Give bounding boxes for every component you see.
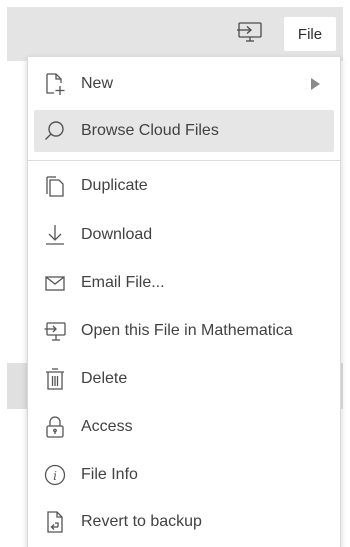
duplicate-icon <box>44 174 66 198</box>
revert-icon <box>44 510 66 534</box>
file-menu-button[interactable]: File <box>284 17 336 51</box>
menu-item-label: Delete <box>81 370 128 387</box>
menu-item-access[interactable]: Access <box>34 406 334 448</box>
menu-item-open-in-mathematica[interactable]: Open this File in Mathematica <box>34 310 334 352</box>
menu-item-label: Download <box>81 226 153 243</box>
menu-item-email-file[interactable]: Email File... <box>34 262 334 304</box>
menu-separator <box>28 160 340 161</box>
new-file-icon <box>44 72 66 96</box>
lock-icon <box>44 415 66 439</box>
menu-item-label: New <box>81 75 114 92</box>
trash-icon <box>44 367 66 391</box>
svg-text:i: i <box>53 469 57 483</box>
submenu-arrow-icon <box>311 78 320 90</box>
menu-item-label: Revert to backup <box>81 513 202 530</box>
menu-item-label: Browse Cloud Files <box>81 122 219 139</box>
menu-item-revert-to-backup[interactable]: Revert to backup <box>34 501 334 543</box>
menu-item-label: Email File... <box>81 274 165 291</box>
menu-item-new[interactable]: New <box>34 63 334 105</box>
monitor-arrow-icon <box>237 21 263 48</box>
menu-item-duplicate[interactable]: Duplicate <box>34 165 334 207</box>
top-toolbar: File <box>7 7 343 61</box>
menu-item-browse-cloud-files[interactable]: Browse Cloud Files <box>34 110 334 152</box>
menu-item-label: Duplicate <box>81 177 148 194</box>
envelope-icon <box>44 271 66 295</box>
menu-item-label: Open this File in Mathematica <box>81 322 293 339</box>
menu-item-delete[interactable]: Delete <box>34 358 334 400</box>
menu-item-download[interactable]: Download <box>34 214 334 256</box>
open-in-desktop-button[interactable] <box>232 17 268 51</box>
menu-item-label: Access <box>81 418 133 435</box>
monitor-arrow-icon <box>44 319 66 343</box>
menu-item-label: File Info <box>81 466 138 483</box>
info-icon: i <box>44 463 66 487</box>
search-icon <box>44 119 66 143</box>
file-dropdown-menu: New Browse Cloud Files Duplicate Downloa… <box>27 57 341 547</box>
download-icon <box>44 223 66 247</box>
menu-item-file-info[interactable]: i File Info <box>34 454 334 496</box>
